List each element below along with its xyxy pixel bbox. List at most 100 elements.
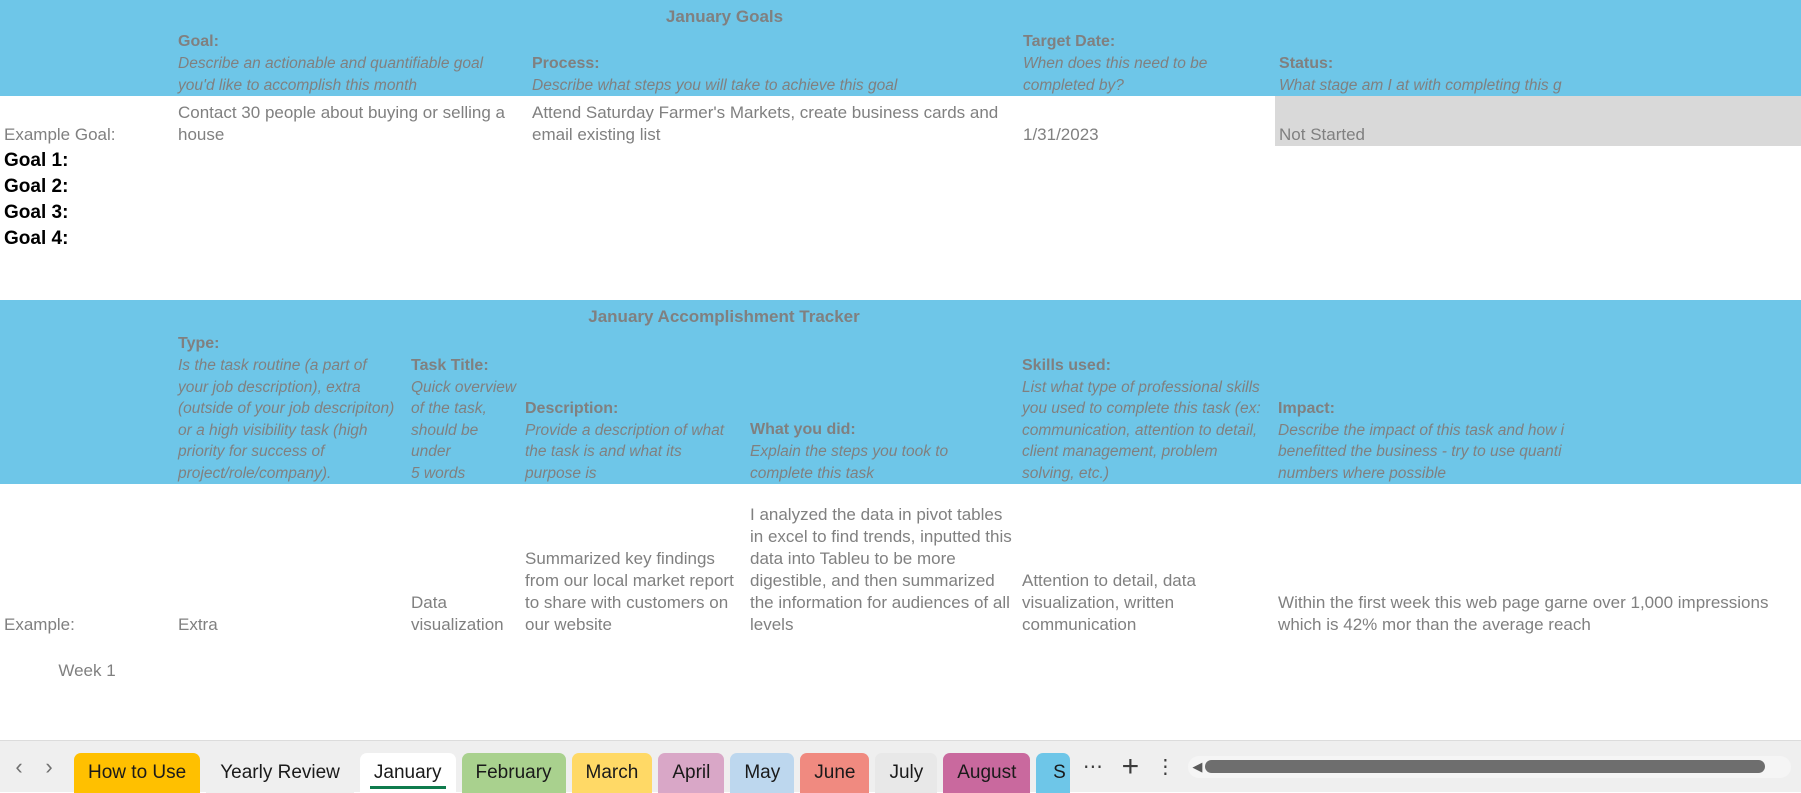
goal-1-process-cell[interactable] (528, 146, 1019, 172)
sheet-tab-label: S (1053, 761, 1066, 783)
horizontal-scrollbar-track[interactable]: ◀ (1188, 755, 1791, 778)
sheet-tab-may[interactable]: May (730, 752, 795, 793)
example-goal-target-date-cell[interactable]: 1/31/2023 (1019, 96, 1276, 146)
table-row[interactable]: Week 1 (0, 658, 1801, 682)
tracker-banner-row: January Accomplishment Tracker (0, 300, 1801, 328)
skills-header-title: Skills used: (1022, 356, 1111, 374)
tracker-blank-row-1-skills-used[interactable] (1018, 636, 1275, 658)
tracker-blank-row-3-task-title[interactable] (407, 682, 521, 706)
sheet-tab-august[interactable]: August (943, 752, 1031, 793)
horizontal-scrollbar-thumb[interactable] (1205, 760, 1766, 773)
goal-4-goal-cell[interactable] (174, 224, 528, 250)
tracker-example-description-cell[interactable]: Summarized key findings from our local m… (521, 484, 746, 636)
goal-2-target-date-cell[interactable] (1019, 172, 1276, 198)
chevron-left-icon[interactable]: ‹ (4, 750, 34, 784)
tracker-blank-row-2-skills-used[interactable] (1018, 658, 1275, 682)
goal-3-process-cell[interactable] (528, 198, 1019, 224)
sheet-tab-july[interactable]: July (875, 752, 938, 793)
sheet-tab-september[interactable]: S (1036, 752, 1071, 793)
example-goal-process-cell[interactable]: Attend Saturday Farmer's Markets, create… (528, 96, 1019, 146)
goal-3-status-cell[interactable] (1275, 198, 1801, 224)
table-row[interactable]: Example Goal: Contact 30 people about bu… (0, 96, 1801, 146)
goal-1-status-cell[interactable] (1275, 146, 1801, 172)
table-row[interactable] (0, 636, 1801, 658)
tracker-blank-row-1-what-you-did[interactable] (746, 636, 1018, 658)
tracker-blank-row-3-description[interactable] (521, 682, 746, 706)
tracker-example-skills-used-cell[interactable]: Attention to detail, data visualization,… (1018, 484, 1275, 636)
sheet-tab-bar[interactable]: ‹ › How to Use Yearly Review January Feb… (0, 740, 1801, 793)
goal-4-status-cell[interactable] (1275, 224, 1801, 250)
table-row[interactable]: Goal 3: (0, 198, 1801, 224)
description-header-sub-3: purpose is (525, 464, 597, 482)
sheet-tab-march[interactable]: March (571, 752, 653, 793)
tracker-header-row: Type: Is the task routine (a part of you… (0, 328, 1801, 484)
sheet-tab-february[interactable]: February (461, 752, 566, 793)
chevron-right-icon[interactable]: › (34, 750, 64, 784)
table-row[interactable] (0, 682, 1801, 706)
plus-icon[interactable]: + (1110, 747, 1150, 787)
horizontal-scrollbar[interactable]: ◀ (1188, 753, 1791, 780)
example-goal-label: Example Goal: (0, 96, 174, 146)
goal-1-label: Goal 1: (0, 146, 174, 172)
type-header-sub-4: or a high visibility task (high (178, 421, 368, 439)
tracker-blank-row-3-what-you-did[interactable] (746, 682, 1018, 706)
goals-header-target-date: Target Date: When does this need to be c… (1019, 28, 1276, 96)
tracker-blank-row-3-type[interactable] (174, 682, 407, 706)
ellipsis-icon[interactable]: ⋯ (1076, 747, 1110, 787)
skills-header-sub-3: communication, attention to detail, (1022, 421, 1258, 439)
goal-4-target-date-cell[interactable] (1019, 224, 1276, 250)
tracker-blank-row-3-skills-used[interactable] (1018, 682, 1275, 706)
tracker-example-type-cell[interactable]: Extra (174, 484, 407, 636)
tracker-blank-row-1-task-title[interactable] (407, 636, 521, 658)
goal-4-label: Goal 4: (0, 224, 174, 250)
table-row[interactable]: Goal 2: (0, 172, 1801, 198)
tracker-example-task-title-cell[interactable]: Data visualization (407, 484, 521, 636)
example-goal-status-cell[interactable]: Not Started (1275, 96, 1801, 146)
sheet-tab-april[interactable]: April (658, 752, 725, 793)
goals-banner-right (1275, 0, 1801, 28)
skills-header-sub-2: you used to complete this task (ex: (1022, 400, 1261, 417)
sheet-tab-yearly-review[interactable]: Yearly Review (206, 752, 354, 793)
tracker-blank-row-3-impact[interactable] (1274, 682, 1801, 706)
sheet-tab-how-to-use[interactable]: How to Use (74, 752, 201, 793)
goals-banner-row: January Goals (0, 0, 1801, 28)
goal-2-process-cell[interactable] (528, 172, 1019, 198)
tracker-blank-row-2-task-title[interactable] (407, 658, 521, 682)
spacer-cell-2 (0, 274, 1801, 300)
tracker-blank-row-2-impact[interactable] (1274, 658, 1801, 682)
task-title-header-sub-2: of the task, (411, 400, 487, 417)
tracker-example-what-you-did-cell[interactable]: I analyzed the data in pivot tables in e… (746, 484, 1018, 636)
goal-1-goal-cell[interactable] (174, 146, 528, 172)
example-goal-goal-cell[interactable]: Contact 30 people about buying or sellin… (174, 96, 528, 146)
goal-2-goal-cell[interactable] (174, 172, 528, 198)
sheet-tabs[interactable]: How to Use Yearly Review January Februar… (74, 741, 1076, 793)
target-date-header-title: Target Date: (1023, 33, 1116, 50)
tracker-blank-row-2-what-you-did[interactable] (746, 658, 1018, 682)
tracker-blank-row-1-description[interactable] (521, 636, 746, 658)
goal-header-sub-2: you'd like to accomplish this month (178, 76, 418, 94)
sheet-tab-label: July (889, 761, 924, 783)
goal-3-goal-cell[interactable] (174, 198, 528, 224)
goal-2-status-cell[interactable] (1275, 172, 1801, 198)
tracker-blank-row-1-impact[interactable] (1274, 636, 1801, 658)
goal-4-process-cell[interactable] (528, 224, 1019, 250)
spreadsheet-grid[interactable]: January Goals Goal: Describe an actionab… (0, 0, 1801, 740)
goal-3-target-date-cell[interactable] (1019, 198, 1276, 224)
tracker-blank-row-1-type[interactable] (174, 636, 407, 658)
tracker-blank-row-2-type[interactable] (174, 658, 407, 682)
table-row[interactable]: Example: Extra Data visualization Summar… (0, 484, 1801, 636)
sheet-tab-label: January (373, 761, 442, 783)
vertical-ellipsis-icon[interactable]: ⋮ (1150, 747, 1180, 787)
tracker-blank-row-2-description[interactable] (521, 658, 746, 682)
table-row[interactable]: Goal 1: (0, 146, 1801, 172)
sheet-tab-january[interactable]: January (359, 752, 456, 793)
target-date-header-sub-1: When does this need to be (1023, 55, 1208, 72)
goal-1-target-date-cell[interactable] (1019, 146, 1276, 172)
table-row[interactable]: Goal 4: (0, 224, 1801, 250)
spacer-row (0, 250, 1801, 274)
goal-2-label: Goal 2: (0, 172, 174, 198)
impact-header-sub-1: Describe the impact of this task and how… (1278, 421, 1565, 439)
scroll-left-arrow-icon[interactable]: ◀ (1192, 759, 1202, 775)
tracker-example-impact-cell[interactable]: Within the first week this web page garn… (1274, 484, 1801, 636)
sheet-tab-june[interactable]: June (800, 752, 870, 793)
